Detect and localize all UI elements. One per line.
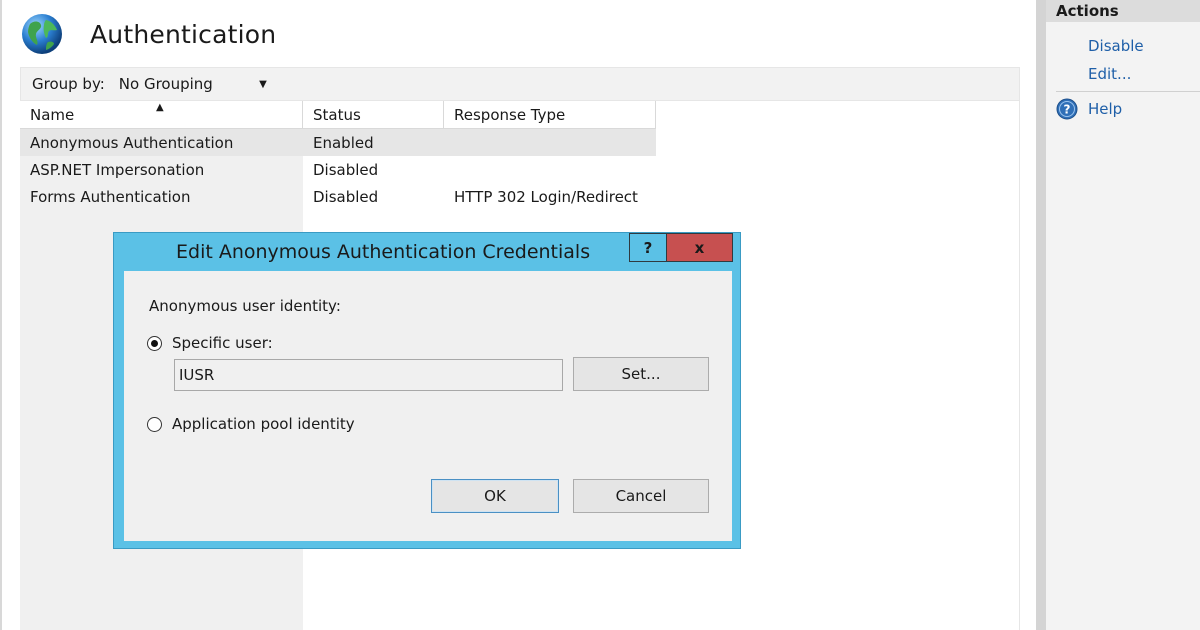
group-by-dropdown[interactable]: No Grouping ▼ bbox=[112, 71, 273, 97]
actions-title: Actions bbox=[1046, 0, 1200, 22]
page-header: Authentication bbox=[20, 8, 276, 60]
row-name: Anonymous Authentication bbox=[30, 133, 234, 152]
row-response-type: HTTP 302 Login/Redirect bbox=[454, 187, 638, 206]
edit-credentials-dialog: Edit Anonymous Authentication Credential… bbox=[113, 232, 741, 549]
actions-divider bbox=[1056, 91, 1200, 92]
row-status: Enabled bbox=[313, 133, 374, 152]
help-icon[interactable]: ? bbox=[1056, 98, 1078, 120]
table-header: Name ▲ Status Response Type bbox=[20, 101, 656, 129]
row-name: Forms Authentication bbox=[30, 187, 191, 206]
table-row[interactable]: Forms Authentication Disabled HTTP 302 L… bbox=[20, 183, 656, 210]
help-link[interactable]: Help bbox=[1088, 100, 1122, 118]
group-by-label: Group by: bbox=[32, 75, 105, 93]
table-row[interactable]: Anonymous Authentication Enabled bbox=[20, 129, 656, 156]
table-row[interactable]: ASP.NET Impersonation Disabled bbox=[20, 156, 656, 183]
row-name: ASP.NET Impersonation bbox=[30, 160, 205, 179]
page-title: Authentication bbox=[90, 19, 277, 49]
column-header-status[interactable]: Status bbox=[303, 101, 444, 129]
dialog-help-button[interactable]: ? bbox=[629, 233, 667, 262]
specific-user-radio[interactable] bbox=[147, 336, 162, 351]
specific-user-field[interactable]: IUSR bbox=[174, 359, 563, 391]
identity-label: Anonymous user identity: bbox=[149, 297, 341, 315]
group-by-bar: Group by: No Grouping ▼ bbox=[20, 67, 1020, 101]
application-pool-label[interactable]: Application pool identity bbox=[172, 415, 355, 433]
column-header-name[interactable]: Name ▲ bbox=[20, 101, 303, 129]
chevron-down-icon: ▼ bbox=[259, 79, 267, 90]
specific-user-label[interactable]: Specific user: bbox=[172, 334, 273, 352]
sort-ascending-icon: ▲ bbox=[156, 102, 164, 113]
disable-link[interactable]: Disable bbox=[1088, 37, 1144, 55]
specific-user-value: IUSR bbox=[179, 366, 215, 384]
edit-link[interactable]: Edit... bbox=[1088, 65, 1131, 83]
actions-pane: Actions Disable Edit... ? Help bbox=[1036, 0, 1200, 630]
set-user-button[interactable]: Set... bbox=[573, 357, 709, 391]
column-header-response-type[interactable]: Response Type bbox=[444, 101, 656, 129]
row-status: Disabled bbox=[313, 187, 379, 206]
svg-text:?: ? bbox=[1064, 103, 1071, 117]
row-status: Disabled bbox=[313, 160, 379, 179]
cancel-button[interactable]: Cancel bbox=[573, 479, 709, 513]
application-pool-radio[interactable] bbox=[147, 417, 162, 432]
group-by-value: No Grouping bbox=[118, 75, 213, 93]
globe-icon bbox=[22, 14, 62, 54]
dialog-title: Edit Anonymous Authentication Credential… bbox=[176, 241, 591, 263]
ok-button[interactable]: OK bbox=[431, 479, 559, 513]
dialog-body: Anonymous user identity: Specific user: … bbox=[124, 271, 732, 541]
dialog-close-button[interactable]: x bbox=[667, 233, 733, 262]
